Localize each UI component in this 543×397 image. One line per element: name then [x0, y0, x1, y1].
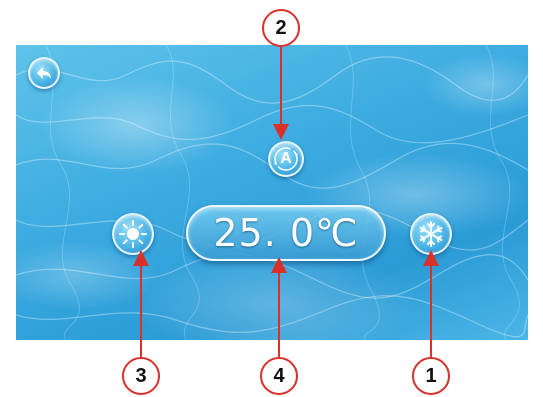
callout-1: 1: [412, 357, 450, 395]
top-caption: [120, 0, 420, 8]
water-caustics-background: [16, 45, 528, 340]
snowflake-icon: [419, 221, 443, 247]
controller-screen: A 25. 0℃: [16, 45, 528, 340]
temperature-value: 25. 0℃: [213, 211, 359, 255]
auto-mode-button[interactable]: A: [268, 141, 304, 177]
auto-mode-icon: [274, 147, 298, 171]
sun-icon: [119, 220, 147, 248]
callout-3: 3: [122, 357, 160, 395]
callout-2: 2: [262, 9, 300, 47]
callout-4: 4: [260, 357, 298, 395]
cool-mode-button[interactable]: [410, 213, 452, 255]
temperature-display[interactable]: 25. 0℃: [186, 205, 386, 261]
back-arrow-icon: [37, 67, 51, 79]
back-button[interactable]: [28, 57, 60, 89]
heat-mode-button[interactable]: [112, 213, 154, 255]
